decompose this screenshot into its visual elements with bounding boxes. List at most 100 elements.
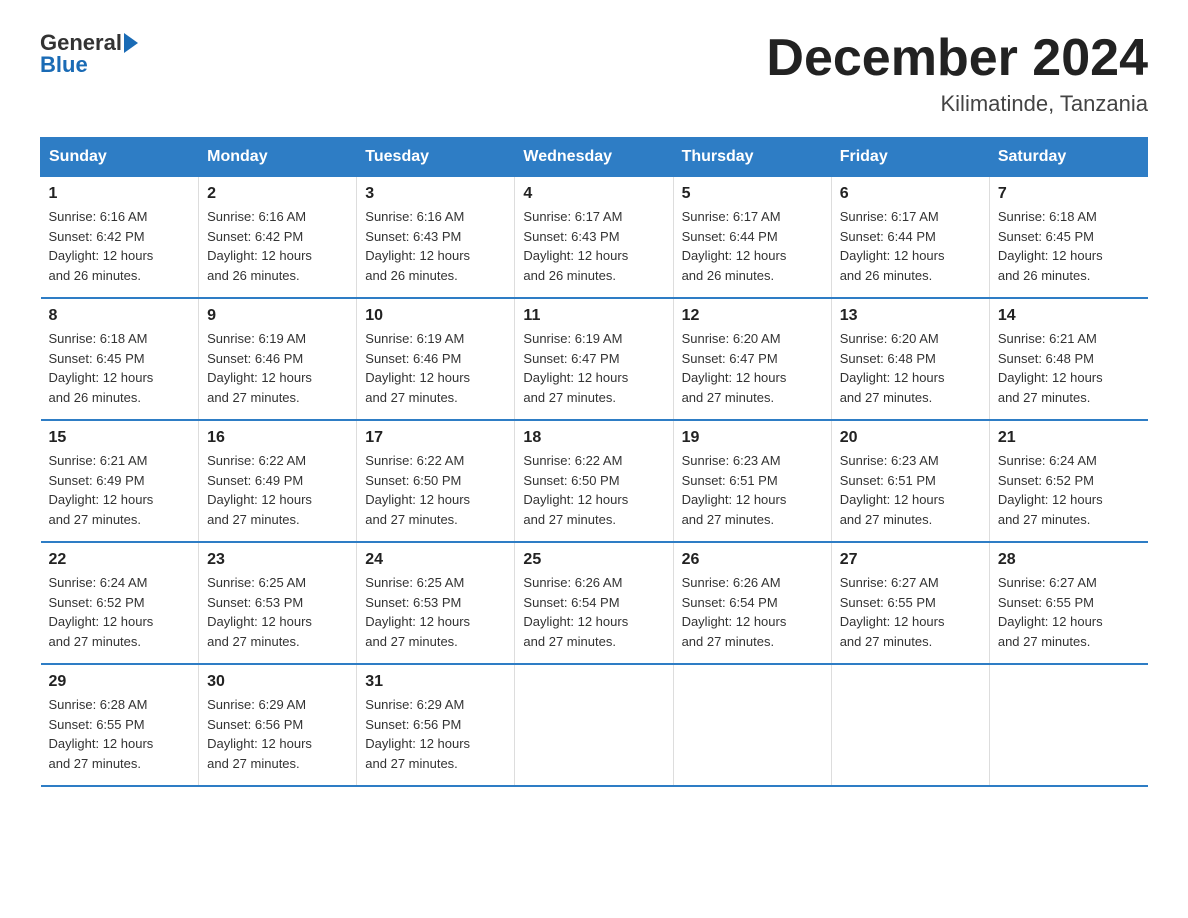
day-number: 24 <box>365 551 506 569</box>
table-row: 30 Sunrise: 6:29 AM Sunset: 6:56 PM Dayl… <box>199 664 357 786</box>
day-info: Sunrise: 6:23 AM Sunset: 6:51 PM Dayligh… <box>840 451 981 529</box>
day-number: 16 <box>207 429 348 447</box>
day-number: 15 <box>49 429 191 447</box>
day-info: Sunrise: 6:27 AM Sunset: 6:55 PM Dayligh… <box>998 573 1140 651</box>
day-number: 18 <box>523 429 664 447</box>
table-row: 12 Sunrise: 6:20 AM Sunset: 6:47 PM Dayl… <box>673 298 831 420</box>
table-row: 17 Sunrise: 6:22 AM Sunset: 6:50 PM Dayl… <box>357 420 515 542</box>
day-info: Sunrise: 6:24 AM Sunset: 6:52 PM Dayligh… <box>49 573 191 651</box>
table-row: 14 Sunrise: 6:21 AM Sunset: 6:48 PM Dayl… <box>989 298 1147 420</box>
table-row: 10 Sunrise: 6:19 AM Sunset: 6:46 PM Dayl… <box>357 298 515 420</box>
col-sunday: Sunday <box>41 138 199 177</box>
table-row: 15 Sunrise: 6:21 AM Sunset: 6:49 PM Dayl… <box>41 420 199 542</box>
day-number: 12 <box>682 307 823 325</box>
day-info: Sunrise: 6:29 AM Sunset: 6:56 PM Dayligh… <box>207 695 348 773</box>
table-row <box>831 664 989 786</box>
day-number: 4 <box>523 185 664 203</box>
day-info: Sunrise: 6:29 AM Sunset: 6:56 PM Dayligh… <box>365 695 506 773</box>
table-row: 5 Sunrise: 6:17 AM Sunset: 6:44 PM Dayli… <box>673 177 831 299</box>
day-number: 3 <box>365 185 506 203</box>
table-row: 11 Sunrise: 6:19 AM Sunset: 6:47 PM Dayl… <box>515 298 673 420</box>
day-info: Sunrise: 6:18 AM Sunset: 6:45 PM Dayligh… <box>998 207 1140 285</box>
day-info: Sunrise: 6:19 AM Sunset: 6:46 PM Dayligh… <box>207 329 348 407</box>
logo-triangle-icon <box>124 33 138 53</box>
day-info: Sunrise: 6:23 AM Sunset: 6:51 PM Dayligh… <box>682 451 823 529</box>
title-block: December 2024 Kilimatinde, Tanzania <box>766 30 1148 117</box>
day-info: Sunrise: 6:16 AM Sunset: 6:43 PM Dayligh… <box>365 207 506 285</box>
table-row: 28 Sunrise: 6:27 AM Sunset: 6:55 PM Dayl… <box>989 542 1147 664</box>
day-info: Sunrise: 6:21 AM Sunset: 6:49 PM Dayligh… <box>49 451 191 529</box>
day-number: 28 <box>998 551 1140 569</box>
table-row: 3 Sunrise: 6:16 AM Sunset: 6:43 PM Dayli… <box>357 177 515 299</box>
table-row: 22 Sunrise: 6:24 AM Sunset: 6:52 PM Dayl… <box>41 542 199 664</box>
day-number: 10 <box>365 307 506 325</box>
day-number: 23 <box>207 551 348 569</box>
col-tuesday: Tuesday <box>357 138 515 177</box>
logo: General Blue <box>40 30 138 78</box>
day-info: Sunrise: 6:28 AM Sunset: 6:55 PM Dayligh… <box>49 695 191 773</box>
day-info: Sunrise: 6:22 AM Sunset: 6:50 PM Dayligh… <box>365 451 506 529</box>
day-info: Sunrise: 6:22 AM Sunset: 6:50 PM Dayligh… <box>523 451 664 529</box>
day-info: Sunrise: 6:24 AM Sunset: 6:52 PM Dayligh… <box>998 451 1140 529</box>
col-saturday: Saturday <box>989 138 1147 177</box>
table-row: 24 Sunrise: 6:25 AM Sunset: 6:53 PM Dayl… <box>357 542 515 664</box>
day-info: Sunrise: 6:21 AM Sunset: 6:48 PM Dayligh… <box>998 329 1140 407</box>
table-row: 2 Sunrise: 6:16 AM Sunset: 6:42 PM Dayli… <box>199 177 357 299</box>
table-row: 13 Sunrise: 6:20 AM Sunset: 6:48 PM Dayl… <box>831 298 989 420</box>
day-number: 5 <box>682 185 823 203</box>
day-info: Sunrise: 6:17 AM Sunset: 6:43 PM Dayligh… <box>523 207 664 285</box>
day-info: Sunrise: 6:25 AM Sunset: 6:53 PM Dayligh… <box>207 573 348 651</box>
day-info: Sunrise: 6:26 AM Sunset: 6:54 PM Dayligh… <box>523 573 664 651</box>
calendar-week-row: 15 Sunrise: 6:21 AM Sunset: 6:49 PM Dayl… <box>41 420 1148 542</box>
table-row: 1 Sunrise: 6:16 AM Sunset: 6:42 PM Dayli… <box>41 177 199 299</box>
day-info: Sunrise: 6:16 AM Sunset: 6:42 PM Dayligh… <box>207 207 348 285</box>
table-row <box>515 664 673 786</box>
col-wednesday: Wednesday <box>515 138 673 177</box>
table-row: 21 Sunrise: 6:24 AM Sunset: 6:52 PM Dayl… <box>989 420 1147 542</box>
table-row: 6 Sunrise: 6:17 AM Sunset: 6:44 PM Dayli… <box>831 177 989 299</box>
day-info: Sunrise: 6:26 AM Sunset: 6:54 PM Dayligh… <box>682 573 823 651</box>
table-row: 8 Sunrise: 6:18 AM Sunset: 6:45 PM Dayli… <box>41 298 199 420</box>
day-number: 26 <box>682 551 823 569</box>
day-info: Sunrise: 6:19 AM Sunset: 6:47 PM Dayligh… <box>523 329 664 407</box>
day-info: Sunrise: 6:20 AM Sunset: 6:48 PM Dayligh… <box>840 329 981 407</box>
logo-text-blue: Blue <box>40 52 88 78</box>
day-number: 9 <box>207 307 348 325</box>
day-info: Sunrise: 6:20 AM Sunset: 6:47 PM Dayligh… <box>682 329 823 407</box>
day-number: 7 <box>998 185 1140 203</box>
table-row: 23 Sunrise: 6:25 AM Sunset: 6:53 PM Dayl… <box>199 542 357 664</box>
day-number: 21 <box>998 429 1140 447</box>
table-row: 9 Sunrise: 6:19 AM Sunset: 6:46 PM Dayli… <box>199 298 357 420</box>
day-number: 8 <box>49 307 191 325</box>
day-info: Sunrise: 6:17 AM Sunset: 6:44 PM Dayligh… <box>682 207 823 285</box>
table-row: 26 Sunrise: 6:26 AM Sunset: 6:54 PM Dayl… <box>673 542 831 664</box>
day-number: 20 <box>840 429 981 447</box>
table-row: 4 Sunrise: 6:17 AM Sunset: 6:43 PM Dayli… <box>515 177 673 299</box>
day-number: 29 <box>49 673 191 691</box>
day-number: 1 <box>49 185 191 203</box>
location-title: Kilimatinde, Tanzania <box>766 91 1148 117</box>
day-number: 17 <box>365 429 506 447</box>
day-info: Sunrise: 6:16 AM Sunset: 6:42 PM Dayligh… <box>49 207 191 285</box>
calendar-week-row: 22 Sunrise: 6:24 AM Sunset: 6:52 PM Dayl… <box>41 542 1148 664</box>
calendar-header-row: Sunday Monday Tuesday Wednesday Thursday… <box>41 138 1148 177</box>
day-info: Sunrise: 6:22 AM Sunset: 6:49 PM Dayligh… <box>207 451 348 529</box>
table-row: 16 Sunrise: 6:22 AM Sunset: 6:49 PM Dayl… <box>199 420 357 542</box>
day-number: 27 <box>840 551 981 569</box>
calendar-table: Sunday Monday Tuesday Wednesday Thursday… <box>40 137 1148 787</box>
day-number: 13 <box>840 307 981 325</box>
day-info: Sunrise: 6:25 AM Sunset: 6:53 PM Dayligh… <box>365 573 506 651</box>
col-thursday: Thursday <box>673 138 831 177</box>
col-monday: Monday <box>199 138 357 177</box>
table-row: 18 Sunrise: 6:22 AM Sunset: 6:50 PM Dayl… <box>515 420 673 542</box>
day-info: Sunrise: 6:19 AM Sunset: 6:46 PM Dayligh… <box>365 329 506 407</box>
day-number: 19 <box>682 429 823 447</box>
day-number: 6 <box>840 185 981 203</box>
day-number: 11 <box>523 307 664 325</box>
day-number: 22 <box>49 551 191 569</box>
day-number: 2 <box>207 185 348 203</box>
table-row: 25 Sunrise: 6:26 AM Sunset: 6:54 PM Dayl… <box>515 542 673 664</box>
table-row: 31 Sunrise: 6:29 AM Sunset: 6:56 PM Dayl… <box>357 664 515 786</box>
table-row <box>989 664 1147 786</box>
month-title: December 2024 <box>766 30 1148 87</box>
